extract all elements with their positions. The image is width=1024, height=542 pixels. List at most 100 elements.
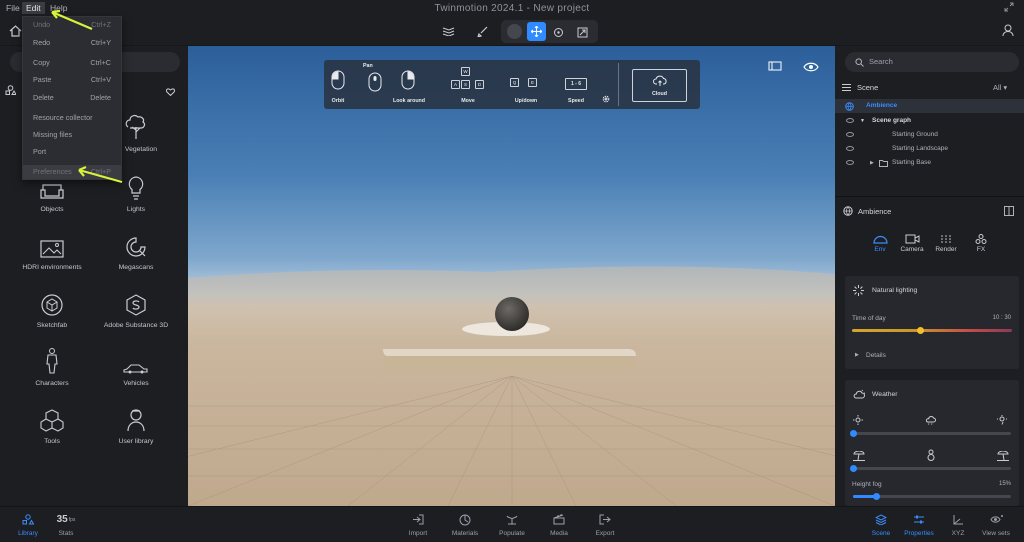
populate-button[interactable]: Populate [487, 511, 537, 537]
ambience-title: Ambience [858, 207, 892, 216]
import-button[interactable]: Import [393, 511, 443, 537]
expand-arrow-icon[interactable]: ▶ [870, 156, 874, 170]
library-item-vehicles[interactable]: Vehicles [90, 344, 182, 387]
env-dome-icon [872, 235, 888, 244]
tree-row-starting-base[interactable]: ▶ Starting Base [835, 156, 1024, 170]
details-toggle[interactable]: Details [866, 352, 886, 359]
megascans-icon [90, 228, 182, 258]
mouse-left-icon [331, 70, 345, 90]
cubes-icon [6, 402, 98, 432]
expand-icon[interactable] [1004, 2, 1014, 14]
menu-item-delete[interactable]: Delete Delete [33, 91, 111, 105]
tab-fx[interactable]: FX [966, 234, 996, 253]
tree-row-scene-graph[interactable]: ▼ Scene graph [835, 114, 1024, 128]
mouse-right-icon [401, 70, 415, 90]
search-icon [855, 58, 864, 67]
menu-item-preferences[interactable]: Preferences Ctrl+P [23, 165, 121, 179]
key-a: A [451, 80, 460, 89]
materials-icon [440, 511, 490, 528]
weather-slider[interactable] [849, 430, 1011, 437]
stats-button[interactable]: 35 fps Stats [41, 511, 91, 537]
menu-item-resource-collector[interactable]: Resource collector [33, 111, 111, 125]
details-arrow-icon[interactable]: ▶ [855, 352, 859, 358]
weather-slider-knob[interactable] [849, 430, 857, 437]
library-item-characters[interactable]: Characters [6, 344, 98, 387]
cloudy-icon [925, 416, 936, 425]
time-of-day-knob[interactable] [917, 327, 925, 334]
tab-camera[interactable]: Camera [897, 234, 927, 253]
storm-icon [997, 415, 1007, 425]
window-title: Twinmotion 2024.1 - New project [434, 3, 590, 14]
fx-circles-icon [975, 234, 987, 244]
library-item-hdri[interactable]: HDRI environments [6, 228, 98, 271]
substance-icon [90, 286, 182, 316]
time-of-day-slider[interactable] [852, 327, 1012, 334]
height-fog-knob[interactable] [873, 493, 881, 500]
folder-icon [879, 160, 888, 167]
move-mode-icon[interactable] [527, 22, 546, 41]
tree-row-ambience[interactable]: Ambience [835, 99, 1024, 113]
menu-lines-icon[interactable] [842, 84, 851, 91]
season-slider-knob[interactable] [849, 465, 857, 472]
visibility-eye-icon[interactable] [846, 118, 854, 123]
menu-item-redo[interactable]: Redo Ctrl+Y [33, 36, 111, 50]
menu-item-copy[interactable]: Copy Ctrl+C [33, 56, 111, 70]
speed-label: Speed [568, 98, 584, 104]
library-item-megascans[interactable]: Megascans [90, 228, 182, 271]
key-e: E [528, 78, 537, 87]
library-item-tools[interactable]: Tools [6, 402, 98, 445]
shapes-icon[interactable] [5, 82, 17, 100]
library-item-user-library[interactable]: User library [90, 402, 182, 445]
media-button[interactable]: Media [534, 511, 584, 537]
back-icon[interactable] [507, 24, 522, 39]
rotate-icon[interactable] [553, 25, 564, 43]
export-button[interactable]: Export [580, 511, 630, 537]
settings-gear-icon[interactable] [602, 95, 610, 105]
tree-row-starting-landscape[interactable]: Starting Landscape [835, 142, 1024, 156]
tab-env[interactable]: Env [865, 234, 895, 253]
sun-clear-icon [853, 415, 863, 425]
visibility-eye-icon[interactable] [846, 146, 854, 151]
ambience-globe-icon [843, 206, 853, 216]
import-icon [393, 511, 443, 528]
menu-item-paste[interactable]: Paste Ctrl+V [33, 73, 111, 87]
car-icon [90, 344, 182, 374]
user-icon [90, 402, 182, 432]
menubar: File Edit Help Twinmotion 2024.1 - New p… [0, 0, 1024, 17]
tree-row-starting-ground[interactable]: Starting Ground [835, 128, 1024, 142]
view-sets-button[interactable]: View sets [971, 511, 1021, 537]
account-icon[interactable] [1002, 24, 1014, 42]
3d-viewport[interactable] [188, 46, 835, 506]
library-item-substance[interactable]: Adobe Substance 3D [90, 286, 182, 329]
menu-item-port[interactable]: Port [33, 145, 111, 159]
scene-title: Scene [857, 83, 879, 92]
tab-render[interactable]: Render [931, 234, 961, 253]
layers-icon[interactable] [438, 22, 458, 40]
favorite-heart-icon[interactable] [165, 83, 176, 101]
visibility-eye-icon[interactable] [846, 132, 854, 137]
scene-filter-dropdown[interactable]: All ▾ [993, 83, 1007, 92]
pan-label: Pan [363, 63, 373, 69]
menu-item-undo[interactable]: Undo Ctrl+Z [33, 18, 111, 32]
library-item-sketchfab[interactable]: Sketchfab [6, 286, 98, 329]
key-s: S [461, 80, 470, 89]
scene-render [188, 266, 835, 506]
scale-icon[interactable] [577, 25, 588, 43]
render-grid-icon [941, 235, 951, 243]
split-panel-icon[interactable] [1004, 206, 1014, 216]
export-icon [580, 511, 630, 528]
visibility-eye-icon[interactable] [846, 160, 854, 165]
season-slider[interactable] [849, 465, 1011, 472]
height-fog-slider[interactable] [853, 493, 1011, 500]
eye-icon[interactable] [803, 59, 819, 77]
cloud-button[interactable]: Cloud [632, 69, 687, 102]
collapse-arrow-icon[interactable]: ▼ [860, 114, 865, 128]
panel-toggle-icon[interactable] [768, 58, 782, 76]
materials-button[interactable]: Materials [440, 511, 490, 537]
cube-icon [6, 286, 98, 316]
brush-icon[interactable] [472, 22, 492, 40]
snowman-icon [927, 449, 935, 461]
search-field[interactable]: Search [845, 52, 1019, 72]
key-w: W [461, 67, 470, 76]
menu-item-missing-files[interactable]: Missing files [33, 128, 111, 142]
